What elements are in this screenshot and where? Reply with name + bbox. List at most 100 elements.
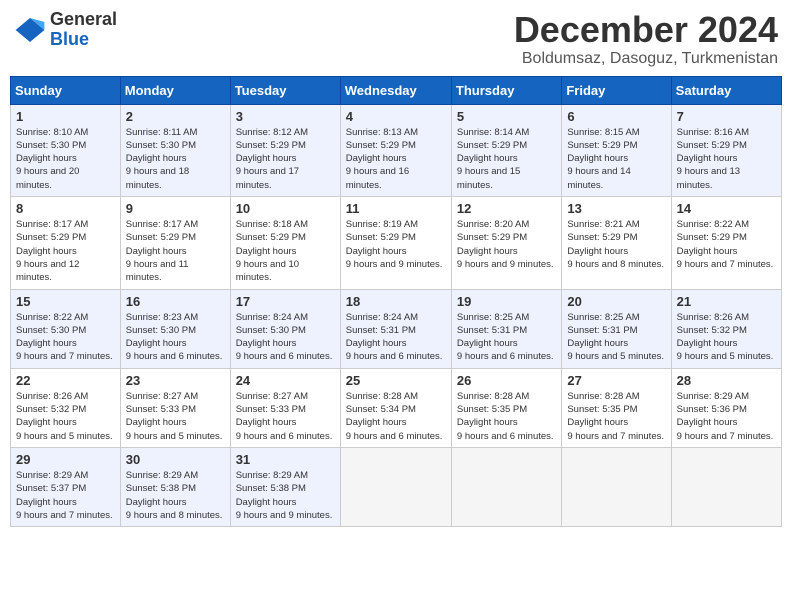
day-number: 9 — [126, 201, 225, 216]
calendar-day-cell: 27Sunrise: 8:28 AMSunset: 5:35 PMDayligh… — [562, 368, 671, 447]
calendar-header-cell: Friday — [562, 76, 671, 104]
day-detail: Sunrise: 8:19 AMSunset: 5:29 PMDaylight … — [346, 218, 446, 271]
day-detail: Sunrise: 8:29 AMSunset: 5:36 PMDaylight … — [677, 390, 776, 443]
day-number: 15 — [16, 294, 115, 309]
calendar-day-cell: 30 Sunrise: 8:29 AMSunset: 5:38 PMDayligh… — [120, 447, 230, 526]
day-detail: Sunrise: 8:29 AMSunset: 5:38 PMDaylight … — [236, 469, 335, 522]
day-detail: Sunrise: 8:14 AMSunset: 5:29 PMDaylight … — [457, 126, 556, 192]
calendar-day-cell: 16 Sunrise: 8:23 AMSunset: 5:30 PMDayligh… — [120, 289, 230, 368]
day-number: 16 — [126, 294, 225, 309]
logo: General Blue — [14, 10, 117, 50]
calendar-day-cell: 14Sunrise: 8:22 AMSunset: 5:29 PMDayligh… — [671, 197, 781, 289]
calendar-day-cell: 20 Sunrise: 8:25 AMSunset: 5:31 PMDayligh… — [562, 289, 671, 368]
calendar-table: SundayMondayTuesdayWednesdayThursdayFrid… — [10, 76, 782, 528]
calendar-body: 1Sunrise: 8:10 AMSunset: 5:30 PMDaylight… — [11, 104, 782, 527]
day-number: 12 — [457, 201, 556, 216]
header: General Blue December 2024 Boldumsaz, Da… — [10, 10, 782, 68]
calendar-day-cell: 15 Sunrise: 8:22 AMSunset: 5:30 PMDayligh… — [11, 289, 121, 368]
day-number: 8 — [16, 201, 115, 216]
day-number: 23 — [126, 373, 225, 388]
calendar-day-cell: 23 Sunrise: 8:27 AMSunset: 5:33 PMDayligh… — [120, 368, 230, 447]
calendar-day-cell: 28 Sunrise: 8:29 AMSunset: 5:36 PMDayligh… — [671, 368, 781, 447]
calendar-day-cell: 26Sunrise: 8:28 AMSunset: 5:35 PMDayligh… — [451, 368, 561, 447]
day-detail: Sunrise: 8:26 AMSunset: 5:32 PMDaylight … — [16, 390, 115, 443]
calendar-header-cell: Thursday — [451, 76, 561, 104]
calendar-day-cell: 7Sunrise: 8:16 AMSunset: 5:29 PMDaylight… — [671, 104, 781, 196]
day-number: 5 — [457, 109, 556, 124]
calendar-header-cell: Saturday — [671, 76, 781, 104]
day-number: 6 — [567, 109, 665, 124]
day-number: 19 — [457, 294, 556, 309]
calendar-day-cell: 1Sunrise: 8:10 AMSunset: 5:30 PMDaylight… — [11, 104, 121, 196]
calendar-day-cell: 4 Sunrise: 8:13 AMSunset: 5:29 PMDaylight… — [340, 104, 451, 196]
calendar-day-cell: 6 Sunrise: 8:15 AMSunset: 5:29 PMDaylight… — [562, 104, 671, 196]
day-detail: Sunrise: 8:22 AMSunset: 5:30 PMDaylight … — [16, 311, 115, 364]
calendar-day-cell: 13Sunrise: 8:21 AMSunset: 5:29 PMDayligh… — [562, 197, 671, 289]
day-detail: Sunrise: 8:29 AMSunset: 5:37 PMDaylight … — [16, 469, 115, 522]
day-detail: Sunrise: 8:12 AMSunset: 5:29 PMDaylight … — [236, 126, 335, 192]
calendar-day-cell: 17Sunrise: 8:24 AMSunset: 5:30 PMDayligh… — [230, 289, 340, 368]
day-detail: Sunrise: 8:27 AMSunset: 5:33 PMDaylight … — [126, 390, 225, 443]
calendar-header-cell: Sunday — [11, 76, 121, 104]
calendar-day-cell: 3Sunrise: 8:12 AMSunset: 5:29 PMDaylight… — [230, 104, 340, 196]
calendar-header-row: SundayMondayTuesdayWednesdayThursdayFrid… — [11, 76, 782, 104]
calendar-week-row: 1Sunrise: 8:10 AMSunset: 5:30 PMDaylight… — [11, 104, 782, 196]
day-number: 24 — [236, 373, 335, 388]
calendar-day-cell: 31 Sunrise: 8:29 AMSunset: 5:38 PMDayligh… — [230, 447, 340, 526]
calendar-day-cell: 8 Sunrise: 8:17 AMSunset: 5:29 PMDaylight… — [11, 197, 121, 289]
day-detail: Sunrise: 8:29 AMSunset: 5:38 PMDaylight … — [126, 469, 225, 522]
calendar-day-cell: 18Sunrise: 8:24 AMSunset: 5:31 PMDayligh… — [340, 289, 451, 368]
day-number: 25 — [346, 373, 446, 388]
title-area: December 2024 Boldumsaz, Dasoguz, Turkme… — [514, 10, 778, 68]
day-number: 13 — [567, 201, 665, 216]
logo-icon — [14, 14, 46, 46]
day-detail: Sunrise: 8:28 AMSunset: 5:34 PMDaylight … — [346, 390, 446, 443]
calendar-day-cell: 12 Sunrise: 8:20 AMSunset: 5:29 PMDayligh… — [451, 197, 561, 289]
day-detail: Sunrise: 8:17 AMSunset: 5:29 PMDaylight … — [16, 218, 115, 284]
day-detail: Sunrise: 8:27 AMSunset: 5:33 PMDaylight … — [236, 390, 335, 443]
day-number: 29 — [16, 452, 115, 467]
day-detail: Sunrise: 8:28 AMSunset: 5:35 PMDaylight … — [567, 390, 665, 443]
day-detail: Sunrise: 8:24 AMSunset: 5:31 PMDaylight … — [346, 311, 446, 364]
logo-text: General Blue — [50, 10, 117, 50]
day-detail: Sunrise: 8:25 AMSunset: 5:31 PMDaylight … — [457, 311, 556, 364]
calendar-day-cell — [671, 447, 781, 526]
calendar-header-cell: Tuesday — [230, 76, 340, 104]
day-number: 20 — [567, 294, 665, 309]
day-detail: Sunrise: 8:17 AMSunset: 5:29 PMDaylight … — [126, 218, 225, 284]
calendar-header-cell: Monday — [120, 76, 230, 104]
day-detail: Sunrise: 8:10 AMSunset: 5:30 PMDaylight … — [16, 126, 115, 192]
calendar-header-cell: Wednesday — [340, 76, 451, 104]
calendar-day-cell: 24 Sunrise: 8:27 AMSunset: 5:33 PMDayligh… — [230, 368, 340, 447]
calendar-day-cell: 25 Sunrise: 8:28 AMSunset: 5:34 PMDayligh… — [340, 368, 451, 447]
day-number: 22 — [16, 373, 115, 388]
calendar-day-cell: 19 Sunrise: 8:25 AMSunset: 5:31 PMDayligh… — [451, 289, 561, 368]
calendar-day-cell: 22 Sunrise: 8:26 AMSunset: 5:32 PMDayligh… — [11, 368, 121, 447]
calendar-day-cell: 2Sunrise: 8:11 AMSunset: 5:30 PMDaylight… — [120, 104, 230, 196]
calendar-day-cell — [562, 447, 671, 526]
month-title: December 2024 — [514, 10, 778, 50]
day-number: 17 — [236, 294, 335, 309]
location: Boldumsaz, Dasoguz, Turkmenistan — [514, 50, 778, 68]
day-detail: Sunrise: 8:20 AMSunset: 5:29 PMDaylight … — [457, 218, 556, 271]
day-detail: Sunrise: 8:16 AMSunset: 5:29 PMDaylight … — [677, 126, 776, 192]
calendar-day-cell: 21Sunrise: 8:26 AMSunset: 5:32 PMDayligh… — [671, 289, 781, 368]
day-number: 4 — [346, 109, 446, 124]
day-number: 30 — [126, 452, 225, 467]
calendar-day-cell: 10Sunrise: 8:18 AMSunset: 5:29 PMDayligh… — [230, 197, 340, 289]
calendar-day-cell — [451, 447, 561, 526]
day-detail: Sunrise: 8:25 AMSunset: 5:31 PMDaylight … — [567, 311, 665, 364]
calendar-week-row: 29 Sunrise: 8:29 AMSunset: 5:37 PMDayligh… — [11, 447, 782, 526]
day-detail: Sunrise: 8:23 AMSunset: 5:30 PMDaylight … — [126, 311, 225, 364]
day-detail: Sunrise: 8:13 AMSunset: 5:29 PMDaylight … — [346, 126, 446, 192]
day-number: 31 — [236, 452, 335, 467]
day-number: 28 — [677, 373, 776, 388]
day-detail: Sunrise: 8:15 AMSunset: 5:29 PMDaylight … — [567, 126, 665, 192]
calendar-day-cell: 9 Sunrise: 8:17 AMSunset: 5:29 PMDaylight… — [120, 197, 230, 289]
day-number: 14 — [677, 201, 776, 216]
day-number: 11 — [346, 201, 446, 216]
day-number: 10 — [236, 201, 335, 216]
day-detail: Sunrise: 8:11 AMSunset: 5:30 PMDaylight … — [126, 126, 225, 192]
calendar-week-row: 22 Sunrise: 8:26 AMSunset: 5:32 PMDayligh… — [11, 368, 782, 447]
calendar-week-row: 8 Sunrise: 8:17 AMSunset: 5:29 PMDaylight… — [11, 197, 782, 289]
